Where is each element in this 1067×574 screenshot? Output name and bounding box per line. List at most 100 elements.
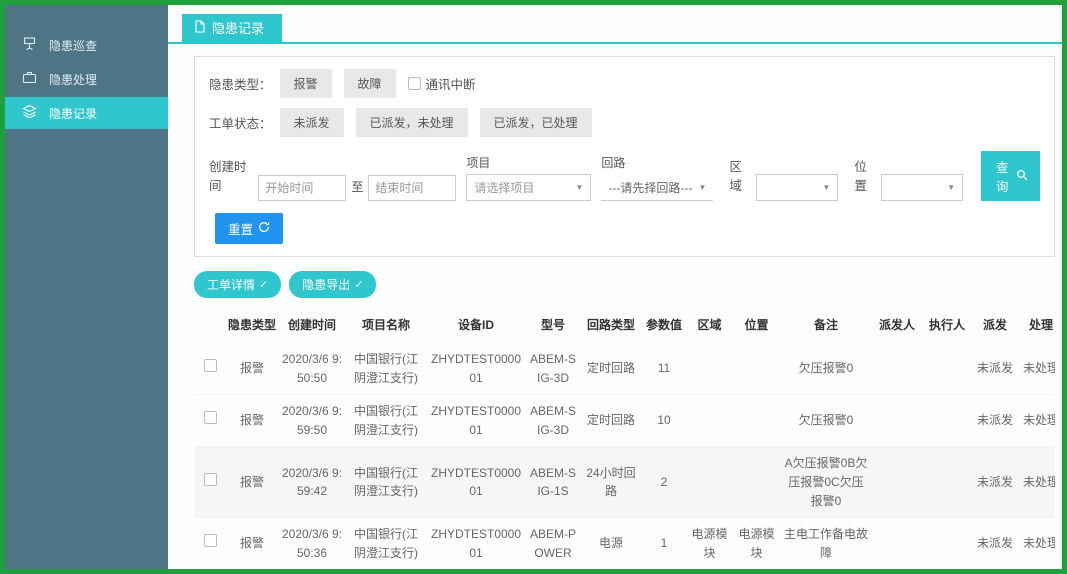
row-checkbox[interactable]	[204, 473, 217, 486]
dispatcher-cell	[872, 447, 922, 518]
to-label: 至	[351, 178, 363, 195]
create-time-label: 创建时间	[209, 156, 250, 194]
page-header: 隐患记录	[168, 5, 1062, 44]
row-checkbox[interactable]	[204, 534, 217, 547]
device-cell: ZHYDTEST000001	[426, 447, 526, 518]
status-filter-button-2[interactable]: 已派发，未处理	[356, 108, 468, 137]
work-order-detail-button[interactable]: 工单详情 ✓	[194, 271, 281, 298]
comm-break-checkbox-label[interactable]: 通讯中断	[408, 74, 476, 93]
value-cell: 2	[642, 447, 686, 518]
remark-cell: 主电工作备电故障	[780, 518, 872, 569]
project-select[interactable]: 请选择项目 ▼	[466, 174, 591, 201]
device-cell: ZHYDTEST000001	[426, 343, 526, 395]
sidebar-item-3[interactable]: 隐患记录	[5, 97, 168, 129]
action-button-row: 工单详情 ✓ 隐患导出 ✓	[194, 271, 1062, 298]
handle-cell: 未处理	[1018, 518, 1055, 569]
project-cell: 中国银行(江阴澄江支行)	[346, 447, 426, 518]
row-checkbox[interactable]	[204, 411, 217, 424]
circuit-label: 回路	[601, 154, 713, 171]
model-cell: ABEM-SIG-3D	[526, 395, 580, 447]
sidebar-item-1[interactable]: 隐患巡查	[5, 29, 168, 61]
chevron-down-icon: ▼	[698, 183, 706, 192]
page-title: 隐患记录	[212, 18, 264, 37]
location-cell: 电源模块	[733, 518, 780, 569]
row-checkbox[interactable]	[204, 359, 217, 372]
location-select[interactable]: ▼	[881, 174, 963, 201]
column-header: 派发	[972, 308, 1018, 343]
checkbox-column-header	[194, 308, 226, 343]
executor-cell	[922, 395, 972, 447]
table-row: 报警2020/3/6 9:59:42中国银行(江阴澄江支行)ZHYDTEST00…	[194, 447, 1055, 518]
sidebar: 隐患巡查隐患处理隐患记录	[5, 5, 168, 569]
circuit-cell: 定时回路	[580, 395, 642, 447]
type-cell: 报警	[226, 518, 278, 569]
chevron-down-icon: ▼	[822, 183, 830, 192]
row-checkbox-cell	[194, 518, 226, 569]
search-icon	[1016, 169, 1028, 184]
column-header: 项目名称	[346, 308, 426, 343]
start-time-input[interactable]	[258, 175, 346, 201]
circuit-cell: 电源	[580, 518, 642, 569]
query-button[interactable]: 查询	[981, 151, 1040, 201]
export-button[interactable]: 隐患导出 ✓	[289, 271, 376, 298]
layers-icon	[22, 104, 37, 122]
status-filter-button-3[interactable]: 已派发，已处理	[480, 108, 592, 137]
handle-cell: 未处理	[1018, 447, 1055, 518]
area-cell	[686, 343, 733, 395]
project-label: 项目	[466, 154, 591, 171]
reset-button[interactable]: 重置	[215, 213, 283, 244]
search-filter-row: 创建时间 至 项目 请选择项目 ▼ 回路 ---请先择回路--- ▼	[209, 151, 1040, 201]
area-select[interactable]: ▼	[756, 174, 838, 201]
dispatch-cell: 未派发	[972, 343, 1018, 395]
type-filter-button-2[interactable]: 故障	[344, 69, 396, 98]
type-cell: 报警	[226, 395, 278, 447]
row-checkbox-cell	[194, 447, 226, 518]
status-filter-row: 工单状态： 未派发已派发，未处理已派发，已处理	[209, 108, 1040, 137]
status-filter-label: 工单状态：	[209, 113, 272, 132]
column-header: 处理	[1018, 308, 1055, 343]
location-cell	[733, 395, 780, 447]
dispatcher-cell	[872, 395, 922, 447]
sidebar-item-label: 隐患处理	[49, 71, 97, 88]
model-cell: ABEM-SIG-1S	[526, 447, 580, 518]
dispatch-cell: 未派发	[972, 518, 1018, 569]
check-icon: ✓	[354, 278, 363, 291]
type-filter-label: 隐患类型：	[209, 74, 272, 93]
column-header: 参数值	[642, 308, 686, 343]
circuit-cell: 定时回路	[580, 343, 642, 395]
table-row: 报警2020/3/6 9:50:50中国银行(江阴澄江支行)ZHYDTEST00…	[194, 343, 1055, 395]
row-checkbox-cell	[194, 395, 226, 447]
remark-cell: 欠压报警0	[780, 343, 872, 395]
column-header: 设备ID	[426, 308, 526, 343]
end-time-input[interactable]	[368, 175, 456, 201]
dispatch-cell: 未派发	[972, 447, 1018, 518]
handle-cell: 未处理	[1018, 343, 1055, 395]
signpost-icon	[22, 36, 37, 54]
project-cell: 中国银行(江阴澄江支行)	[346, 343, 426, 395]
column-header: 区域	[686, 308, 733, 343]
device-cell: ZHYDTEST000001	[426, 518, 526, 569]
sidebar-item-label: 隐患记录	[49, 105, 97, 122]
column-header: 型号	[526, 308, 580, 343]
column-header: 位置	[733, 308, 780, 343]
circuit-cell: 24小时回路	[580, 447, 642, 518]
circuit-select[interactable]: ---请先择回路--- ▼	[601, 174, 713, 201]
table-row: 报警2020/3/6 9:59:50中国银行(江阴澄江支行)ZHYDTEST00…	[194, 395, 1055, 447]
column-header: 执行人	[922, 308, 972, 343]
status-filter-button-1[interactable]: 未派发	[280, 108, 344, 137]
area-cell	[686, 395, 733, 447]
table-body: 报警2020/3/6 9:50:50中国银行(江阴澄江支行)ZHYDTEST00…	[194, 343, 1055, 569]
area-cell: 电源模块	[686, 518, 733, 569]
value-cell: 10	[642, 395, 686, 447]
chevron-down-icon: ▼	[947, 183, 955, 192]
column-header: 隐患类型	[226, 308, 278, 343]
time-cell: 2020/3/6 9:50:36	[278, 518, 346, 569]
main-content: 隐患记录 隐患类型： 报警故障 通讯中断 工单状态： 未派发已派发，未处理已派发…	[168, 5, 1062, 569]
dispatcher-cell	[872, 518, 922, 569]
column-header: 回路类型	[580, 308, 642, 343]
type-filter-button-1[interactable]: 报警	[280, 69, 332, 98]
type-cell: 报警	[226, 343, 278, 395]
project-select-group: 项目 请选择项目 ▼	[466, 154, 591, 201]
comm-break-checkbox[interactable]	[408, 77, 421, 90]
sidebar-item-2[interactable]: 隐患处理	[5, 63, 168, 95]
